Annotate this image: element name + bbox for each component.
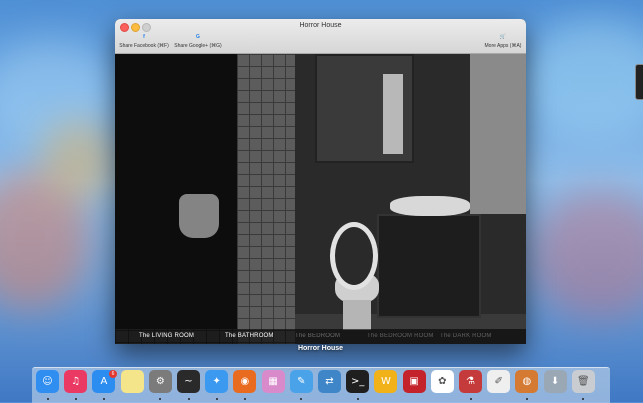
dock-textedit-icon[interactable]: ✐: [487, 370, 511, 393]
room-navigation: The LIVING ROOM The BATHROOM The BEDROOM…: [115, 329, 526, 344]
dock-word-game-icon[interactable]: W: [374, 370, 398, 393]
wallpaper-blob: [40, 120, 120, 200]
room-tab-bedroom[interactable]: The BEDROOM: [295, 333, 340, 339]
dock-photos-icon[interactable]: ✿: [430, 370, 454, 393]
facebook-icon: f: [143, 34, 145, 40]
cart-icon: 🛒: [499, 34, 507, 40]
google-plus-icon: G: [196, 34, 200, 40]
game-scene[interactable]: The LIVING ROOM The BATHROOM The BEDROOM…: [115, 54, 526, 344]
share-google-label: Share Google+ (⌘G): [174, 43, 222, 49]
room-tab-dark-room[interactable]: The DARK ROOM: [440, 333, 492, 339]
dock-notes-icon[interactable]: [120, 370, 144, 393]
bathroom-window: [470, 54, 526, 214]
toilet-lid[interactable]: [330, 222, 378, 290]
app-caption: Horror House: [297, 345, 344, 352]
dock-itunes-icon[interactable]: ♫: [64, 370, 88, 393]
room-tab-living-room[interactable]: The LIVING ROOM: [139, 333, 194, 339]
share-google-button[interactable]: G Share Google+ (⌘G): [173, 32, 223, 49]
toilet-base: [343, 300, 371, 330]
dock-running-indicator: [102, 398, 105, 400]
dock-photo-app-icon[interactable]: ▦: [261, 370, 285, 393]
hanging-feet: [179, 194, 219, 238]
app-window: Horror House f Share Facebook (⌘F) G Sha…: [115, 19, 526, 344]
more-apps-label: More Apps (⌘A): [484, 43, 522, 49]
share-facebook-label: Share Facebook (⌘F): [119, 43, 169, 49]
dock-activity-monitor-icon[interactable]: ~: [177, 370, 200, 393]
dock-running-indicator: [356, 398, 359, 400]
dock-running-indicator: [215, 398, 218, 400]
window-title: Horror House: [299, 22, 342, 29]
dock-running-indicator: [187, 398, 190, 400]
dock-safari-icon[interactable]: ✦: [205, 370, 229, 393]
share-facebook-button[interactable]: f Share Facebook (⌘F): [119, 32, 169, 49]
sink-vanity[interactable]: [377, 214, 481, 318]
dock-running-indicator: [74, 398, 77, 400]
dock-running-indicator: [525, 398, 528, 400]
title-bar[interactable]: Horror House f Share Facebook (⌘F) G Sha…: [115, 19, 526, 54]
dock-migration-icon[interactable]: ⇄: [318, 370, 341, 393]
dock-terminal-icon[interactable]: >_: [346, 370, 370, 393]
dock-flask-app-icon[interactable]: ⚗: [459, 370, 482, 393]
cabinet-door[interactable]: [383, 74, 403, 154]
dock-xcode-icon[interactable]: ✎: [289, 370, 313, 393]
dock-pizza-game-icon[interactable]: ◍: [515, 370, 539, 393]
dark-doorway: [115, 54, 237, 329]
dock-firefox-icon[interactable]: ◉: [233, 370, 257, 393]
background-window-edge[interactable]: [635, 64, 643, 100]
wallpaper-blob: [520, 20, 643, 140]
dock-photo-booth-icon[interactable]: ▣: [402, 370, 426, 393]
room-tab-bathroom[interactable]: The BATHROOM: [225, 333, 274, 339]
dock-system-preferences-icon[interactable]: ⚙: [148, 370, 172, 393]
dock-downloads-icon[interactable]: ⬇: [543, 370, 567, 393]
dock-trash-icon[interactable]: 🗑: [571, 370, 595, 393]
more-apps-button[interactable]: 🛒 More Apps (⌘A): [483, 32, 523, 49]
dock-finder-icon[interactable]: ☺: [36, 370, 59, 393]
wallpaper-blob: [530, 190, 643, 320]
tiled-pillar: [237, 54, 295, 344]
room-tab-bedroom-room[interactable]: The BEDROOM ROOM: [367, 333, 434, 339]
dock-running-indicator: [46, 398, 49, 400]
app-store-badge: 6: [109, 370, 117, 378]
dock-running-indicator: [469, 398, 472, 400]
sink[interactable]: [390, 196, 470, 216]
dock-running-indicator: [243, 398, 246, 400]
